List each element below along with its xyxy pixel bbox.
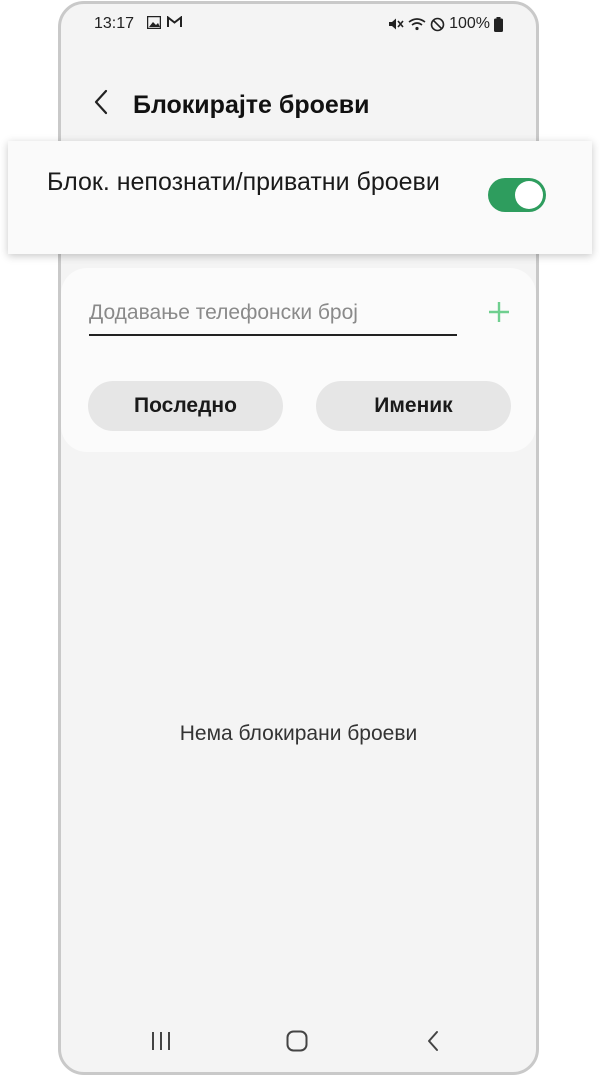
toggle-knob <box>515 181 543 209</box>
battery-percent: 100% <box>449 15 490 32</box>
block-unknown-label: Блок. непознати/приватни броеви <box>47 168 440 196</box>
status-notification-icons <box>147 16 182 29</box>
home-button[interactable] <box>277 1028 317 1058</box>
gmail-icon <box>167 16 182 29</box>
mute-icon <box>388 17 404 31</box>
recent-button[interactable]: Последно <box>88 381 283 431</box>
block-unknown-card: Блок. непознати/приватни броеви <box>8 141 592 254</box>
plus-icon <box>487 300 511 329</box>
add-number-button[interactable] <box>481 296 517 332</box>
wifi-icon <box>408 17 426 31</box>
battery-icon <box>494 16 503 32</box>
recents-button[interactable] <box>141 1028 181 1058</box>
status-system-icons: 100% <box>388 15 503 33</box>
chevron-left-icon <box>93 89 109 120</box>
add-number-card: Последно Именик <box>61 268 536 452</box>
nav-back-button[interactable] <box>413 1028 453 1058</box>
app-header: Блокирајте броеви <box>61 74 536 134</box>
contacts-button[interactable]: Именик <box>316 381 511 431</box>
back-button[interactable] <box>83 86 119 122</box>
status-bar: 13:17 100% <box>61 4 536 44</box>
home-icon <box>286 1030 308 1057</box>
page-title: Блокирајте броеви <box>133 91 370 119</box>
do-not-disturb-icon <box>430 17 445 32</box>
navigation-bar <box>61 1012 536 1072</box>
block-unknown-toggle[interactable] <box>488 178 546 212</box>
empty-state-text: Нема блокирани броеви <box>179 722 418 745</box>
status-time: 13:17 <box>94 15 135 32</box>
back-icon <box>426 1030 440 1057</box>
phone-number-input[interactable] <box>89 296 457 336</box>
gallery-icon <box>147 16 161 29</box>
recents-icon <box>150 1031 172 1056</box>
